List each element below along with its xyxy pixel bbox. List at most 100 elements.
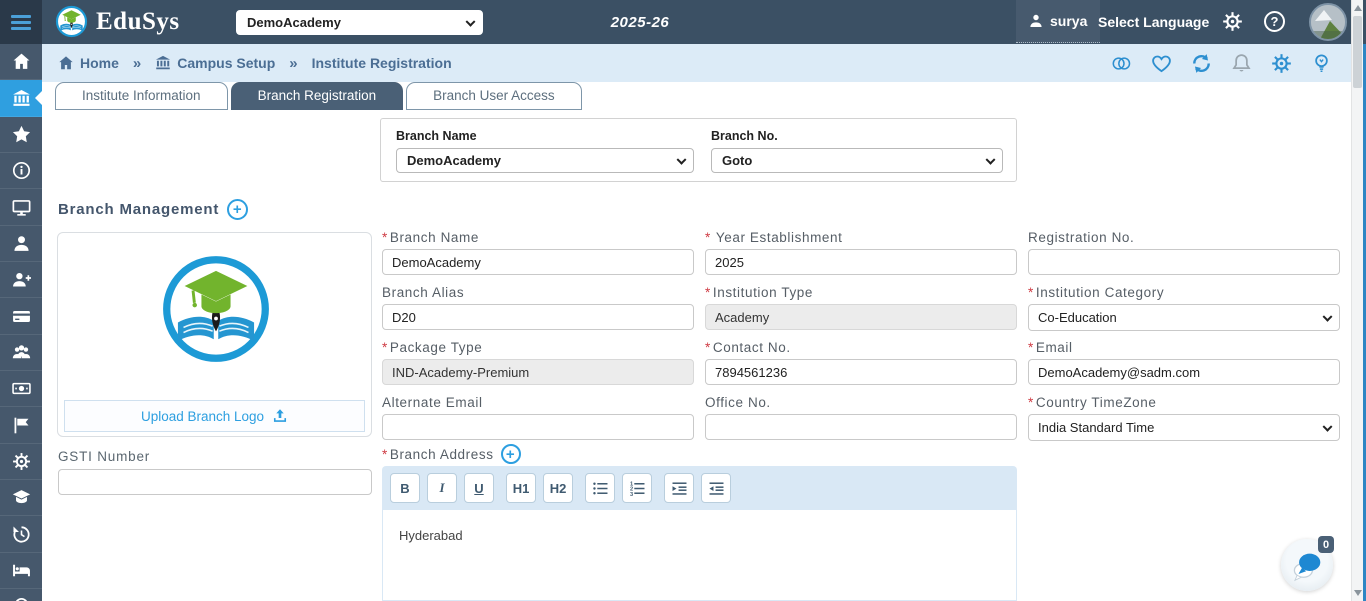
campus-icon — [155, 55, 171, 71]
sidebar-item-student[interactable] — [0, 226, 42, 263]
unordered-list-icon — [592, 482, 607, 494]
history-icon — [12, 526, 30, 543]
branch-name-input[interactable] — [382, 249, 694, 275]
branch-alias-input[interactable] — [382, 304, 694, 330]
sidebar-item-home[interactable] — [0, 44, 42, 81]
sidebar-item-history[interactable] — [0, 516, 42, 553]
field-institution-type: * Institution Type — [705, 285, 1017, 330]
breadcrumb-current: Institute Registration — [312, 55, 452, 71]
scrollbar[interactable] — [1351, 0, 1363, 601]
bold-button[interactable]: B — [390, 473, 420, 503]
h1-button[interactable]: H1 — [506, 473, 536, 503]
home-icon — [12, 52, 31, 71]
outdent-button[interactable] — [701, 473, 731, 503]
required-marker: * — [382, 230, 388, 245]
tab-institute-information[interactable]: Institute Information — [55, 82, 228, 110]
editor-toolbar: B I U H1 H2 123 — [382, 466, 1017, 510]
breadcrumb-separator: » — [289, 54, 298, 72]
field-branch-name: * Branch Name — [382, 230, 694, 275]
sidebar-item-admission[interactable] — [0, 262, 42, 299]
refresh-icon[interactable] — [1191, 53, 1212, 74]
branch-management-title: Branch Management — [58, 201, 220, 218]
country-timezone-select[interactable]: India Standard Time — [1028, 414, 1340, 441]
institution-category-select[interactable]: Co-Education — [1028, 304, 1340, 331]
sidebar-item-fees[interactable] — [0, 371, 42, 408]
sidebar-item-hostel[interactable] — [0, 553, 42, 590]
student-icon — [13, 236, 29, 251]
breadcrumb: Home » Campus Setup » Institute Registra… — [58, 55, 452, 72]
branch-no-select[interactable]: Goto — [711, 148, 1003, 173]
help-icon[interactable]: ? — [1264, 11, 1285, 32]
email-input[interactable] — [1028, 359, 1340, 385]
scroll-up-arrow[interactable] — [1353, 5, 1362, 11]
field-alternate-email: Alternate Email — [382, 395, 694, 440]
address-content[interactable]: Hyderabad — [383, 510, 1016, 600]
required-marker: * — [1028, 340, 1034, 355]
header-settings-gear-icon[interactable] — [1222, 11, 1243, 32]
toggle-icon[interactable] — [1111, 53, 1132, 74]
sidebar-item-monitor[interactable] — [0, 189, 42, 226]
field-label: * Branch Name — [382, 230, 479, 245]
home-icon — [58, 55, 74, 71]
indent-icon — [672, 481, 686, 495]
favorite-heart-icon[interactable] — [1151, 53, 1172, 74]
sidebar-item-campus[interactable] — [0, 80, 42, 117]
ordered-list-button[interactable]: 123 — [622, 473, 652, 503]
academy-select[interactable]: DemoAcademy — [236, 10, 483, 35]
settings-gear-icon[interactable] — [1271, 53, 1292, 74]
field-label: * Contact No. — [705, 340, 791, 355]
underline-button[interactable]: U — [464, 473, 494, 503]
sidebar-item-transport[interactable] — [0, 589, 42, 601]
scrollbar-thumb[interactable] — [1353, 16, 1362, 88]
institution-type-input — [705, 304, 1017, 330]
office-no-input[interactable] — [705, 414, 1017, 440]
sidebar-item-idcard[interactable] — [0, 298, 42, 335]
gsti-number-input[interactable] — [58, 469, 372, 495]
sidebar-item-staff[interactable] — [0, 335, 42, 372]
sidebar-item-settings[interactable] — [0, 444, 42, 481]
avatar[interactable] — [1309, 3, 1347, 41]
registration-no-input[interactable] — [1028, 249, 1340, 275]
sidebar-item-flag[interactable] — [0, 407, 42, 444]
select-language-button[interactable]: Select Language — [1098, 14, 1209, 30]
flag-icon — [14, 417, 28, 433]
breadcrumb-campus-label: Campus Setup — [177, 55, 276, 71]
help-bulb-icon[interactable] — [1311, 53, 1332, 74]
branch-no-selector: Branch No. Goto — [711, 129, 1003, 173]
idcard-icon — [12, 310, 30, 322]
branch-management-heading: Branch Management + — [58, 199, 249, 220]
menu-toggle-icon[interactable] — [0, 0, 42, 44]
sidebar-item-academics[interactable] — [0, 480, 42, 517]
italic-button[interactable]: I — [427, 473, 457, 503]
brand-name: EduSys — [96, 7, 180, 35]
breadcrumb-home-label: Home — [80, 55, 119, 71]
required-marker: * — [705, 340, 711, 355]
indent-button[interactable] — [664, 473, 694, 503]
contact-no-input[interactable] — [705, 359, 1017, 385]
required-marker: * — [705, 230, 711, 245]
brand: EduSys — [55, 5, 180, 38]
h2-button[interactable]: H2 — [543, 473, 573, 503]
required-marker: * — [1028, 395, 1034, 410]
add-address-button[interactable]: + — [500, 444, 521, 464]
tab-branch-registration[interactable]: Branch Registration — [230, 82, 404, 110]
user-name: surya — [1050, 13, 1088, 29]
tab-branch-user-access[interactable]: Branch User Access — [406, 82, 582, 110]
year-establishment-input[interactable] — [705, 249, 1017, 275]
field-label: * Country TimeZone — [1028, 395, 1157, 410]
alternate-email-input[interactable] — [382, 414, 694, 440]
avatar-image — [1311, 5, 1345, 39]
sidebar-item-favorites[interactable] — [0, 117, 42, 154]
add-branch-button[interactable]: + — [227, 199, 249, 220]
sidebar-item-info[interactable] — [0, 153, 42, 190]
breadcrumb-campus-setup[interactable]: Campus Setup — [155, 55, 275, 71]
notifications-bell-icon[interactable] — [1231, 53, 1252, 74]
breadcrumb-home[interactable]: Home — [58, 55, 119, 71]
unordered-list-button[interactable] — [585, 473, 615, 503]
branch-name-select[interactable]: DemoAcademy — [396, 148, 694, 173]
chat-badge: 0 — [1318, 536, 1334, 553]
user-menu[interactable]: surya — [1016, 0, 1101, 43]
scroll-down-arrow[interactable] — [1353, 590, 1362, 596]
package-type-input — [382, 359, 694, 385]
upload-branch-logo-button[interactable]: Upload Branch Logo — [64, 400, 365, 432]
